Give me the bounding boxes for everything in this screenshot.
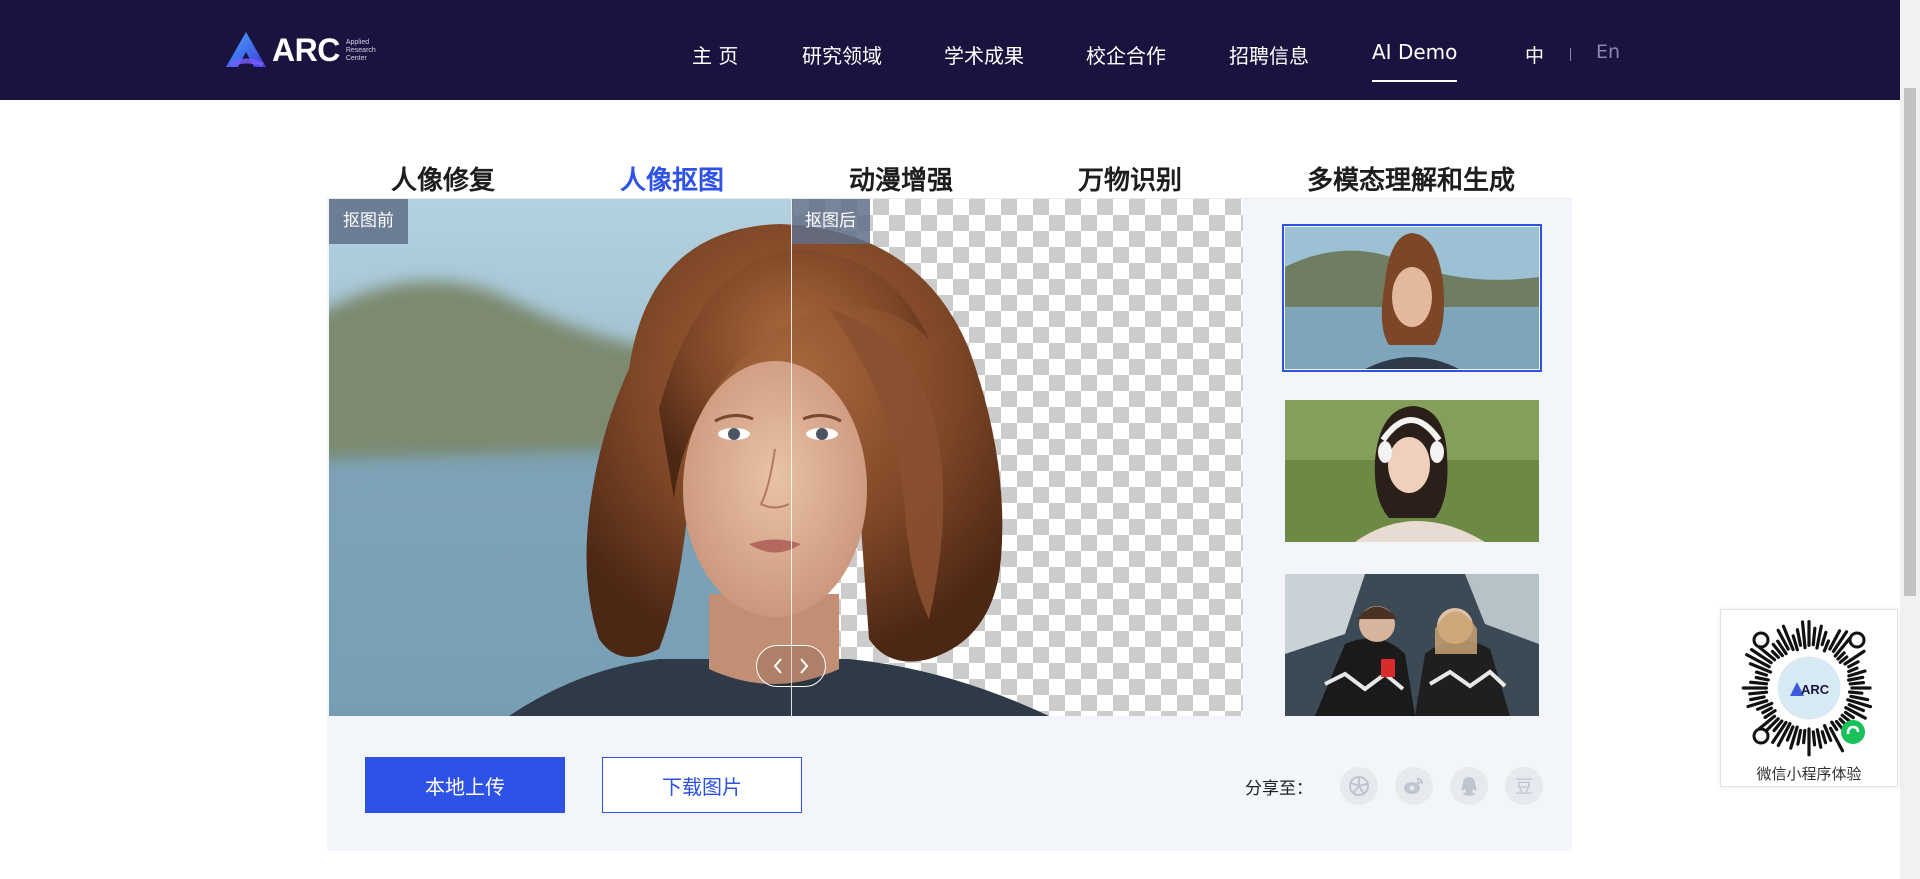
chevron-left-icon (773, 658, 782, 674)
qr-finder (1752, 631, 1770, 649)
nav-item-ai-demo[interactable]: AI Demo (1372, 40, 1458, 82)
nav-item-publications[interactable]: 学术成果 (944, 40, 1024, 69)
download-image-button[interactable]: 下载图片 (602, 757, 802, 813)
qr-ray (1761, 706, 1773, 715)
qr-ray (1748, 695, 1766, 702)
sample-thumb-2[interactable] (1285, 400, 1539, 542)
matting-demo-panel: 抠图前 抠图后 (327, 199, 1572, 851)
comparison-image (329, 199, 1243, 716)
comparison-slider-handle[interactable] (756, 645, 826, 687)
qr-ray (1749, 680, 1769, 686)
tab-multimodal[interactable]: 多模态理解和生成 (1307, 160, 1515, 197)
qr-ray (1848, 681, 1866, 686)
douban-icon[interactable]: 豆 (1505, 767, 1543, 805)
miniprogram-qr-code: ARC (1741, 619, 1873, 757)
qr-ray (1822, 639, 1831, 653)
qr-ray (1820, 630, 1828, 647)
tab-portrait-restore[interactable]: 人像修复 (391, 160, 495, 197)
qr-ray (1847, 666, 1859, 674)
qr-ray (1849, 694, 1870, 702)
qr-caption: 微信小程序体验 (1756, 765, 1862, 783)
miniprogram-qr-widget[interactable]: ARC 微信小程序体验 (1720, 609, 1898, 787)
top-nav-bar: ARC Applied Research Center 主 页 研究领域 学术成… (0, 0, 1900, 100)
qr-ray (1770, 649, 1780, 659)
lang-en-link[interactable]: En (1596, 41, 1620, 63)
comparison-divider (791, 199, 792, 716)
arc-logo-icon (226, 32, 266, 67)
sample-portrait-image (1285, 227, 1539, 369)
qr-ray (1800, 620, 1807, 650)
lang-zh-link[interactable]: 中 (1525, 41, 1544, 68)
arc-logo[interactable]: ARC Applied Research Center (224, 28, 376, 72)
qr-ray (1847, 690, 1864, 695)
qr-ray (1811, 626, 1817, 647)
wechat-moments-glyph (1349, 776, 1369, 796)
nav-item-cooperation[interactable]: 校企合作 (1086, 40, 1166, 69)
sample-friends-image (1285, 574, 1539, 716)
nav-item-research[interactable]: 研究领域 (802, 40, 882, 69)
sample-thumb-1[interactable] (1282, 224, 1542, 372)
qr-ray (1847, 660, 1860, 669)
before-label: 抠图前 (329, 199, 408, 244)
douban-char: 豆 (1515, 777, 1533, 798)
after-label: 抠图后 (791, 199, 870, 244)
weibo-icon[interactable] (1395, 767, 1433, 805)
qr-logo-text: ARC (1801, 682, 1830, 697)
sample-thumb-3[interactable] (1285, 574, 1539, 716)
comparison-viewer[interactable]: 抠图前 抠图后 (329, 199, 1243, 716)
qr-ray (1811, 730, 1817, 747)
qr-ray (1828, 726, 1845, 753)
page-scrollbar[interactable] (1900, 0, 1920, 879)
qr-ray (1795, 628, 1803, 647)
weibo-glyph (1404, 778, 1423, 794)
upload-local-button[interactable]: 本地上传 (365, 757, 565, 813)
tab-portrait-matting[interactable]: 人像抠图 (620, 160, 725, 201)
qr-ray (1820, 730, 1828, 745)
qr-ray (1815, 728, 1823, 749)
qr-finder (1752, 727, 1770, 745)
wechat-moments-icon[interactable] (1340, 767, 1378, 805)
qr-ray (1802, 728, 1807, 745)
logo-subtitle: Applied Research Center (345, 39, 376, 62)
qr-ray (1796, 728, 1803, 746)
sample-headphones-image (1285, 400, 1539, 542)
qq-glyph (1461, 777, 1477, 796)
nav-item-home[interactable]: 主 页 (692, 40, 738, 69)
chevron-right-icon (800, 658, 809, 674)
lang-separator (1570, 48, 1571, 61)
qr-ray (1843, 710, 1855, 720)
share-label: 分享至： (1245, 779, 1313, 799)
tab-anime-enhance[interactable]: 动漫增强 (849, 160, 953, 197)
qr-finder (1848, 631, 1866, 649)
scrollbar-thumb[interactable] (1904, 88, 1916, 596)
nav-item-jobs[interactable]: 招聘信息 (1229, 40, 1309, 69)
qq-icon[interactable] (1450, 767, 1488, 805)
tab-object-recognition[interactable]: 万物识别 (1078, 160, 1182, 197)
qr-ray (1748, 690, 1769, 696)
logo-wordmark: ARC (272, 31, 340, 68)
qr-ray (1847, 675, 1865, 682)
qr-ray (1754, 675, 1770, 682)
qr-ray (1754, 670, 1769, 677)
